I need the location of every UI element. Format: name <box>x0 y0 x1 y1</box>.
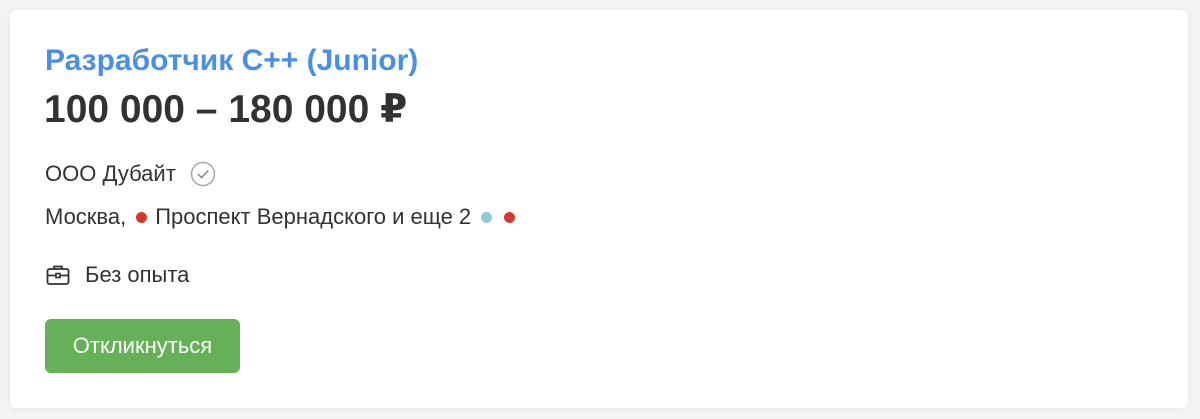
experience-label: Без опыта <box>85 262 190 287</box>
salary: 100 000 – 180 000 ₽ <box>44 88 408 131</box>
metro-station: Проспект Вернадского <box>155 204 386 229</box>
apply-button[interactable]: Откликнуться <box>45 319 240 373</box>
briefcase-icon <box>45 262 71 288</box>
check-circle-icon <box>190 161 216 187</box>
vacancy-title-link[interactable]: Разработчик C++ (Junior) <box>45 44 418 78</box>
metro-line-dot <box>136 212 148 223</box>
vacancy-card: Разработчик C++ (Junior) 100 000 – 180 0… <box>10 10 1188 408</box>
address-row: Москва, Проспект Вернадского и еще 2 <box>45 203 516 231</box>
city: Москва, <box>45 204 127 229</box>
company-row: ООО Дубайт <box>45 160 216 188</box>
metro-line-dot <box>504 212 516 223</box>
metro-line-dot <box>481 212 493 223</box>
experience-row: Без опыта <box>45 261 189 289</box>
more-stations: и еще 2 <box>385 204 472 229</box>
company-name[interactable]: ООО Дубайт <box>45 161 176 187</box>
